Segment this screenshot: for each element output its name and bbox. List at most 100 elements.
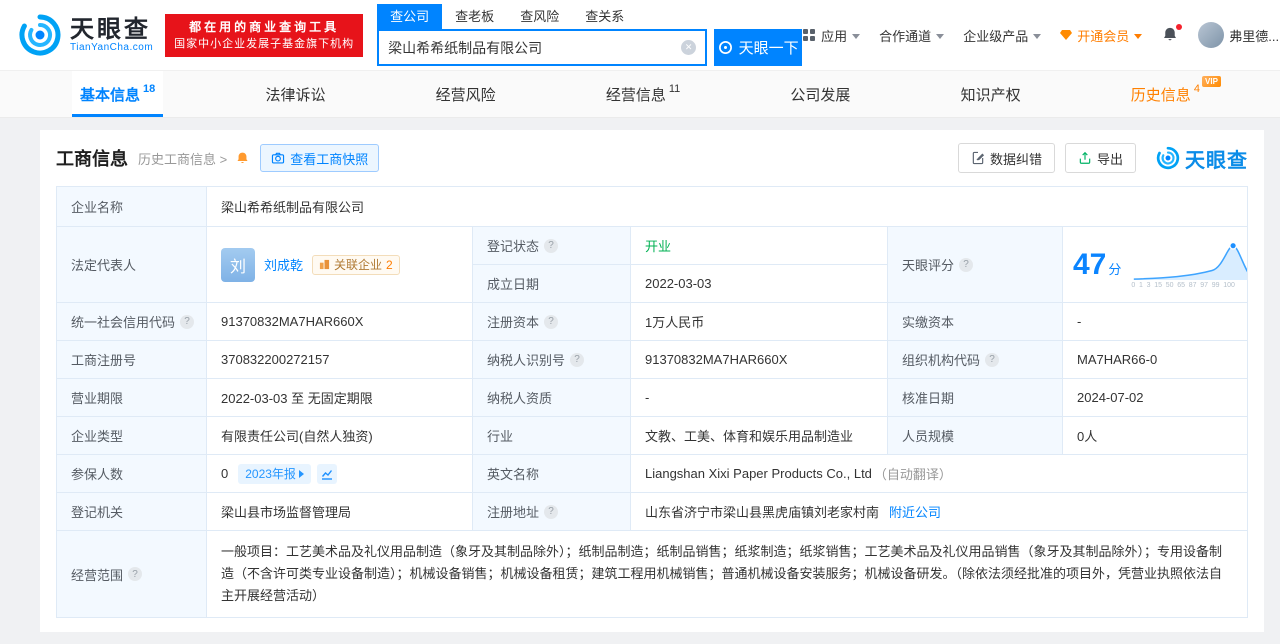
related-companies-badge[interactable]: 关联企业 2 — [312, 254, 400, 275]
export-button[interactable]: 导出 — [1064, 143, 1136, 173]
top-header: 天眼查 TianYanCha.com 都在用的商业查询工具 国家中小企业发展子基… — [0, 0, 1280, 71]
value-business-scope: 一般项目：工艺美术品及礼仪用品制造（象牙及其制品除外）；纸制品制造；纸制品销售；… — [207, 531, 1248, 618]
help-icon[interactable] — [544, 504, 559, 519]
notification-bell[interactable] — [1161, 24, 1183, 44]
label-reg-number: 工商注册号 — [57, 341, 207, 379]
search-tab-risk[interactable]: 查风险 — [507, 4, 572, 29]
watermark-logo-icon — [1156, 146, 1180, 170]
value-insured-count: 0 2023年报 — [207, 455, 473, 493]
search-tab-boss[interactable]: 查老板 — [442, 4, 507, 29]
label-english-name: 英文名称 — [473, 455, 631, 493]
user-avatar — [1198, 22, 1225, 48]
arrow-right-icon — [298, 469, 304, 478]
legal-rep-avatar[interactable]: 刘 — [221, 247, 255, 282]
related-badge-label: 关联企业 — [334, 258, 383, 272]
label-approve-date: 核准日期 — [888, 379, 1063, 417]
help-icon[interactable] — [985, 352, 1000, 367]
tab-legal-litigation[interactable]: 法律诉讼 — [257, 71, 333, 117]
tab-intellectual-property[interactable]: 知识产权 — [953, 71, 1029, 117]
tab-business-info[interactable]: 经营信息 11 — [598, 71, 688, 117]
score-axis-ticks: 0 1 3 15 50 65 87 97 99 100 — [1131, 282, 1235, 289]
value-reg-capital: 1万人民币 — [631, 303, 888, 341]
legal-rep-link[interactable]: 刘成乾 — [264, 255, 303, 274]
menu-apps-label: 应用 — [821, 28, 848, 44]
value-english-name: Liangshan Xixi Paper Products Co., Ltd （… — [631, 455, 1248, 493]
chevron-down-icon — [1134, 33, 1143, 39]
label-taxpayer-id: 纳税人识别号 — [473, 341, 631, 379]
tab-basic-info[interactable]: 基本信息 18 — [72, 71, 164, 117]
help-icon[interactable] — [959, 257, 974, 272]
menu-cooperation[interactable]: 合作通道 — [879, 26, 945, 45]
watermark-text: 天眼查 — [1185, 149, 1248, 172]
tab-label: 经营信息 — [605, 86, 666, 104]
help-icon[interactable] — [128, 567, 143, 581]
tab-history-info[interactable]: 历史信息 4 VIP — [1123, 71, 1221, 117]
apps-grid-icon — [803, 29, 816, 41]
value-reg-authority: 梁山县市场监督管理局 — [207, 493, 473, 531]
snapshot-button-label: 查看工商快照 — [290, 151, 369, 167]
business-info-table: 企业名称 梁山希希纸制品有限公司 法定代表人 刘 刘成乾 关联企业 2 登记状态… — [56, 186, 1248, 618]
value-company-type: 有限责任公司(自然人独资) — [207, 417, 473, 455]
user-menu[interactable]: 弗里德... — [1198, 22, 1280, 48]
notification-dot — [1176, 24, 1183, 30]
nearby-companies-link[interactable]: 附近公司 — [889, 502, 941, 521]
snapshot-button[interactable]: 查看工商快照 — [260, 144, 380, 172]
label-reg-address: 注册地址 — [473, 493, 631, 531]
promo-line-1: 都在用的商业查询工具 — [189, 19, 340, 34]
tab-count: 18 — [143, 83, 156, 95]
reminder-bell[interactable] — [235, 151, 250, 166]
help-icon[interactable] — [544, 314, 559, 329]
data-correction-label: 数据纠错 — [989, 151, 1042, 167]
value-reg-number: 370832200272157 — [207, 341, 473, 379]
value-business-term: 2022-03-03 至 无固定期限 — [207, 379, 473, 417]
business-info-card: 工商信息 历史工商信息 > 查看工商快照 数据纠错 导出 天眼查 企业名称 梁山… — [40, 130, 1264, 632]
search-box — [377, 29, 708, 66]
chevron-down-icon — [1033, 33, 1042, 39]
value-tianyan-score[interactable]: 47 分 0 1 3 15 50 65 87 97 99 100 — [1063, 227, 1248, 303]
annual-report-badge[interactable]: 2023年报 — [238, 463, 311, 484]
annual-report-chart-button[interactable] — [316, 463, 337, 484]
menu-enterprise-products[interactable]: 企业级产品 — [963, 26, 1042, 45]
menu-open-vip[interactable]: 开通会员 — [1060, 26, 1143, 45]
tab-operating-risk[interactable]: 经营风险 — [428, 71, 504, 117]
score-unit: 分 — [1108, 261, 1122, 277]
export-icon — [1079, 151, 1091, 164]
label-legal-rep: 法定代表人 — [57, 227, 207, 303]
value-paid-capital: - — [1063, 303, 1248, 341]
search-input[interactable] — [388, 39, 682, 56]
value-reg-address: 山东省济宁市梁山县黑虎庙镇刘老家村南 附近公司 — [631, 493, 1248, 531]
label-reg-status: 登记状态 — [473, 227, 631, 265]
search-button-label: 天眼一下 — [738, 40, 799, 57]
related-badge-count: 2 — [386, 257, 393, 272]
user-name: 弗里德... — [1229, 28, 1280, 44]
search-button[interactable]: 天眼一下 — [714, 29, 803, 66]
camera-icon — [272, 152, 285, 164]
history-info-link[interactable]: 历史工商信息 > — [138, 149, 227, 168]
logo-brand: 天眼查 — [70, 15, 151, 43]
menu-apps[interactable]: 应用 — [802, 26, 861, 45]
search-tab-relation[interactable]: 查关系 — [572, 4, 637, 29]
tab-label: 经营风险 — [435, 86, 496, 104]
clear-search-icon[interactable] — [681, 40, 697, 55]
search-tab-company[interactable]: 查公司 — [377, 4, 443, 29]
promo-line-2: 国家中小企业发展子基金旗下机构 — [174, 37, 355, 50]
value-credit-code: 91370832MA7HAR660X — [207, 303, 473, 341]
tianyancha-logo[interactable]: 天眼查 TianYanCha.com — [18, 13, 153, 57]
section-actions: 数据纠错 导出 天眼查 — [957, 143, 1248, 173]
label-reg-capital: 注册资本 — [473, 303, 631, 341]
help-icon[interactable] — [180, 314, 195, 329]
tianyancha-logo-icon — [19, 14, 61, 56]
value-org-code: MA7HAR66-0 — [1063, 341, 1248, 379]
data-correction-button[interactable]: 数据纠错 — [957, 143, 1055, 173]
help-icon[interactable] — [544, 238, 559, 253]
value-approve-date: 2024-07-02 — [1063, 379, 1248, 417]
help-icon[interactable] — [570, 352, 585, 367]
search-area: 查公司 查老板 查风险 查关系 天眼一下 — [377, 4, 803, 66]
reminder-bell-icon — [237, 152, 248, 163]
label-paid-capital: 实缴资本 — [888, 303, 1063, 341]
search-tabs: 查公司 查老板 查风险 查关系 — [377, 4, 802, 29]
label-org-code: 组织机构代码 — [888, 341, 1063, 379]
tab-label: 基本信息 — [80, 86, 141, 104]
tab-company-development[interactable]: 公司发展 — [782, 71, 858, 117]
tab-label: 历史信息 — [1130, 86, 1191, 104]
